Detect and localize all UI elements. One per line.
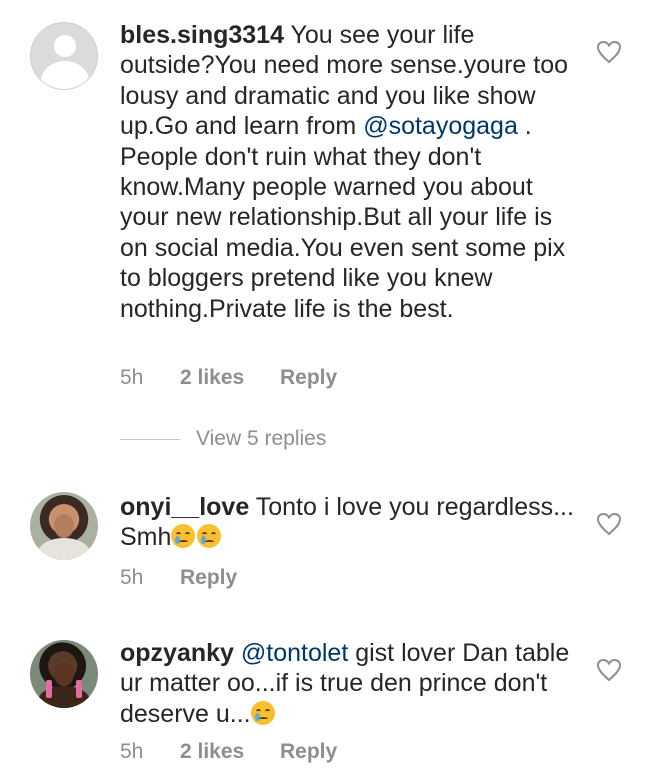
comment-likes-count[interactable]: 2 likes bbox=[180, 740, 280, 764]
comment-mention[interactable]: @sotayogaga bbox=[363, 112, 518, 140]
view-replies-button[interactable]: View 5 replies bbox=[120, 427, 326, 451]
comment-timestamp: 5h bbox=[120, 566, 144, 589]
comment-username[interactable]: onyi__love bbox=[120, 493, 249, 521]
comment-text: bles.sing3314 You see your life outside?… bbox=[120, 20, 575, 324]
comment-text: opzyanky @tontolet gist lover Dan table … bbox=[120, 638, 575, 729]
avatar-body-shape bbox=[41, 61, 89, 89]
comment-meta: 5h Reply bbox=[120, 566, 237, 590]
comment-username[interactable]: bles.sing3314 bbox=[120, 21, 284, 49]
comment-item: onyi__love Tonto i love you regardless..… bbox=[0, 480, 661, 610]
view-replies-label[interactable]: View 5 replies bbox=[196, 427, 326, 451]
avatar-face-shape bbox=[54, 514, 74, 538]
heart-outline-icon[interactable] bbox=[596, 40, 622, 64]
comment-username[interactable]: opzyanky bbox=[120, 639, 234, 667]
heart-outline-icon[interactable] bbox=[596, 658, 622, 682]
comment-meta: 5h 2 likes Reply bbox=[120, 740, 337, 764]
comment-meta: 5h 2 likes Reply bbox=[120, 366, 337, 390]
avatar-head-shape bbox=[54, 35, 76, 57]
comment-item: opzyanky @tontolet gist lover Dan table … bbox=[0, 630, 661, 769]
comment-likes-count[interactable]: 2 likes bbox=[180, 366, 280, 390]
reply-button[interactable]: Reply bbox=[280, 366, 337, 390]
default-avatar[interactable] bbox=[30, 22, 98, 90]
comment-timestamp: 5h bbox=[120, 366, 144, 389]
comment-text: onyi__love Tonto i love you regardless..… bbox=[120, 492, 575, 553]
crying-face-emoji bbox=[250, 700, 275, 725]
crying-face-emoji bbox=[197, 524, 222, 549]
user-avatar[interactable] bbox=[30, 640, 98, 708]
comment-timestamp: 5h bbox=[120, 740, 144, 763]
reply-button[interactable]: Reply bbox=[280, 740, 337, 764]
avatar-face-shape bbox=[54, 662, 74, 686]
user-avatar[interactable] bbox=[30, 492, 98, 560]
avatar-product-shape bbox=[76, 680, 82, 698]
comment-mention[interactable]: @tontolet bbox=[241, 639, 348, 667]
comment-item: bles.sing3314 You see your life outside?… bbox=[0, 0, 661, 460]
replies-divider-line bbox=[120, 438, 180, 440]
avatar-product-shape bbox=[46, 680, 52, 698]
heart-outline-icon[interactable] bbox=[596, 512, 622, 536]
reply-button[interactable]: Reply bbox=[180, 566, 237, 590]
avatar-shoulders-shape bbox=[38, 538, 90, 560]
crying-face-emoji bbox=[171, 524, 196, 549]
comment-body-part: . People don't ruin what they don't know… bbox=[120, 112, 566, 323]
